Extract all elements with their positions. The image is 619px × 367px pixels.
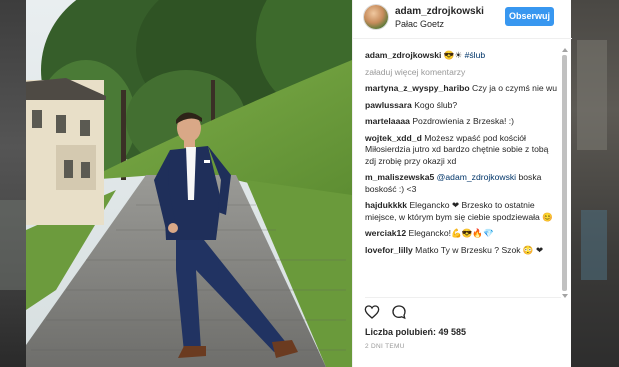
comment-username[interactable]: lovefor_lilly [365, 245, 413, 255]
comment-item: martyna_z_wyspy_haribo Czy ja o czymś ni… [365, 83, 561, 95]
comment-username[interactable]: pawlussara [365, 100, 412, 110]
comment-item: werciak12 Elegancko!💪😎🔥💎 [365, 228, 561, 240]
comment-text: Kogo ślub? [414, 99, 458, 110]
divider [365, 297, 561, 298]
comment-item: lovefor_lilly Matko Ty w Brzesku ? Szok … [365, 245, 561, 257]
caption: adam_zdrojkowski 😎☀ #ślub [365, 50, 561, 62]
likes-count[interactable]: Liczba polubień: 49 585 [365, 327, 466, 337]
post-username[interactable]: adam_zdrojkowski [395, 6, 484, 17]
comment-username[interactable]: hajdukkkk [365, 200, 407, 210]
post-header: adam_zdrojkowski Pałac Goetz Obserwuj [353, 0, 572, 39]
background-left [0, 0, 26, 367]
scroll-up-icon[interactable] [562, 48, 568, 52]
comment-item: pawlussara Kogo ślub? [365, 100, 561, 112]
comment-username[interactable]: martelaaaa [365, 116, 410, 126]
comment-item: wojtek_xdd_d Możesz wpaść pod kościół Mi… [365, 133, 561, 168]
load-more-comments[interactable]: załaduj więcej komentarzy [365, 67, 561, 79]
comment-item: hajdukkkk Elegancko ❤ Brzesko to ostatni… [365, 200, 561, 223]
caption-hashtag[interactable]: #ślub [465, 50, 486, 60]
comment-text: Matko Ty w Brzesku ? Szok 😳 ❤ [415, 244, 544, 255]
post-timestamp[interactable]: 2 DNI TEMU [365, 343, 405, 350]
background-right [571, 0, 619, 367]
post-photo [26, 0, 352, 367]
comments-list: adam_zdrojkowski 😎☀ #ślub załaduj więcej… [365, 50, 561, 261]
avatar[interactable] [364, 5, 388, 29]
scroll-down-icon[interactable] [562, 294, 568, 298]
comment-text: Pozdrowienia z Brzeska! :) [412, 116, 515, 126]
comment-mention[interactable]: @adam_zdrojkowski [437, 172, 516, 182]
comment-username[interactable]: werciak12 [365, 228, 406, 238]
comment-item: m_maliszewska5 @adam_zdrojkowski boska b… [365, 172, 561, 195]
comment-icon[interactable] [391, 304, 407, 320]
caption-username[interactable]: adam_zdrojkowski [365, 50, 441, 60]
comments-scrollbar[interactable] [562, 48, 568, 298]
heart-icon[interactable] [364, 304, 380, 320]
follow-button[interactable]: Obserwuj [505, 7, 554, 26]
comment-username[interactable]: martyna_z_wyspy_haribo [365, 83, 470, 93]
comment-username[interactable]: wojtek_xdd_d [365, 133, 422, 143]
comment-item: martelaaaa Pozdrowienia z Brzeska! :) [365, 116, 561, 128]
caption-emojis: 😎☀ [443, 50, 463, 60]
comment-text: Elegancko!💪😎🔥💎 [408, 228, 494, 238]
comment-username[interactable]: m_maliszewska5 [365, 172, 434, 182]
scroll-thumb[interactable] [562, 55, 567, 291]
comment-text: Czy ja o czymś nie wu [472, 83, 558, 93]
post-location[interactable]: Pałac Goetz [395, 19, 444, 29]
post-panel: adam_zdrojkowski Pałac Goetz Obserwuj ad… [352, 0, 572, 367]
